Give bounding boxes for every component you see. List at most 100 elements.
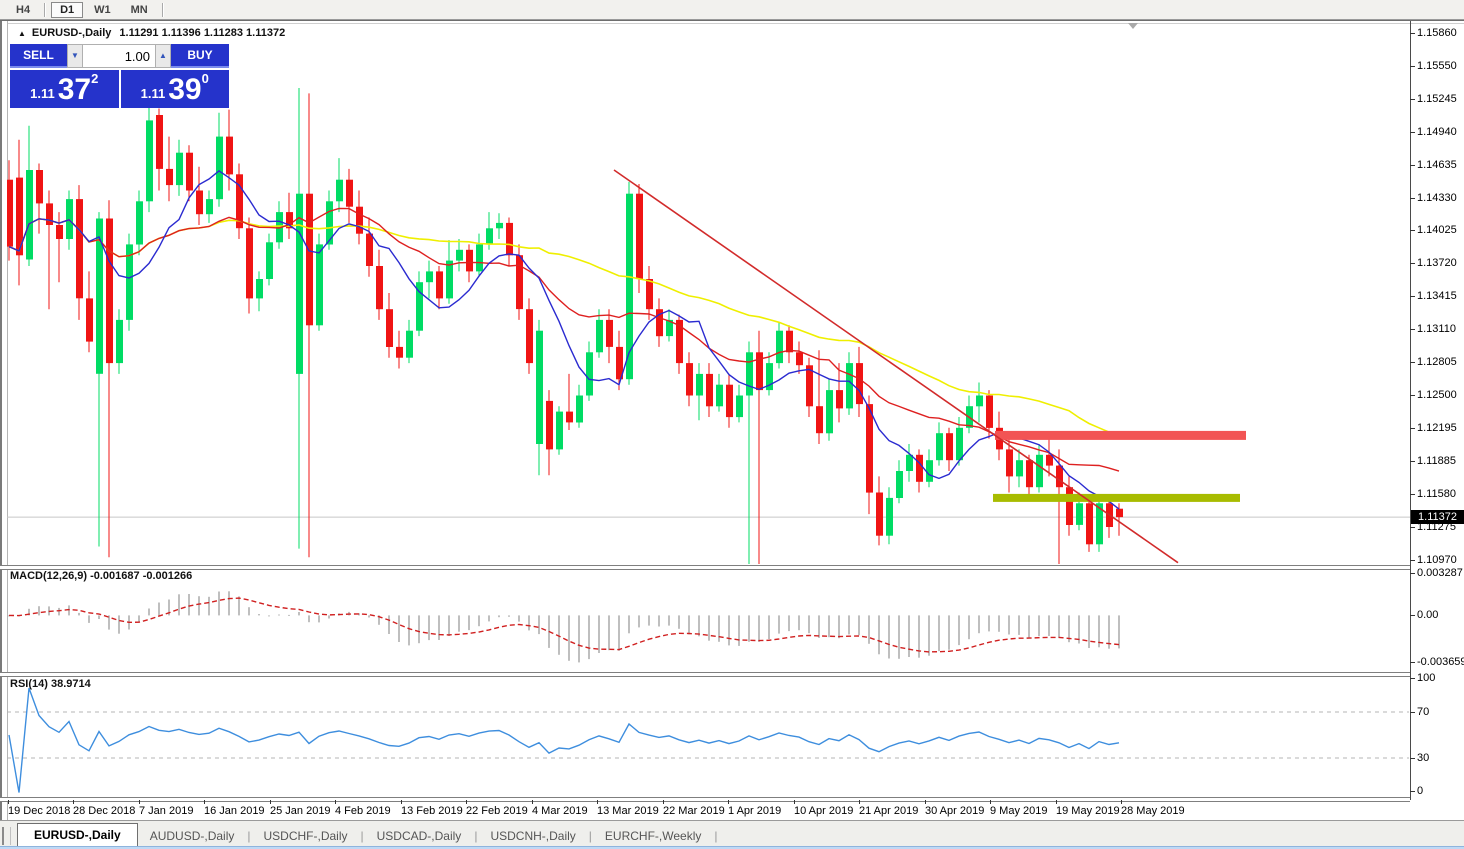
rsi-value: 38.9714 bbox=[51, 678, 91, 690]
date-label: 28 May 2019 bbox=[1121, 805, 1185, 817]
price-tick bbox=[1410, 66, 1415, 67]
bottom-tab-usdcad-daily[interactable]: USDCAD-,Daily bbox=[365, 826, 474, 847]
price-tick-label: 1.13110 bbox=[1417, 323, 1456, 335]
volume-increase-button[interactable]: ▲ bbox=[155, 44, 171, 68]
macd-tick-label: 0.003287 bbox=[1417, 567, 1463, 579]
rsi-tick bbox=[1410, 712, 1415, 713]
rsi-label: RSI(14) 38.9714 bbox=[10, 678, 91, 690]
sell-button[interactable]: SELL bbox=[10, 44, 67, 68]
main-macd-separator[interactable] bbox=[0, 565, 1410, 570]
macd-rsi-separator[interactable] bbox=[0, 672, 1410, 677]
price-tick bbox=[1410, 461, 1415, 462]
price-tick-label: 1.13415 bbox=[1417, 290, 1457, 302]
price-tick bbox=[1410, 395, 1415, 396]
date-label: 9 May 2019 bbox=[990, 805, 1047, 817]
macd-label: MACD(12,26,9) -0.001687 -0.001266 bbox=[10, 570, 192, 582]
price-tick-label: 1.11580 bbox=[1417, 488, 1456, 500]
price-tick-label: 1.12805 bbox=[1417, 356, 1457, 368]
rsi-tick-label: 30 bbox=[1417, 752, 1429, 764]
date-tick bbox=[8, 800, 9, 804]
date-label: 13 Mar 2019 bbox=[597, 805, 659, 817]
date-label: 22 Feb 2019 bbox=[466, 805, 528, 817]
sell-price-button[interactable]: 1.11 37 2 bbox=[10, 70, 119, 108]
price-tick-label: 1.15860 bbox=[1417, 27, 1457, 39]
bottom-tab-audusd-daily[interactable]: AUDUSD-,Daily bbox=[138, 826, 247, 847]
macd-tick-label: -0.003659 bbox=[1417, 656, 1464, 668]
volume-input[interactable] bbox=[83, 44, 155, 68]
macd-tick-label: 0.00 bbox=[1417, 609, 1438, 621]
price-tick bbox=[1410, 362, 1415, 363]
rsi-tick-label: 100 bbox=[1417, 672, 1435, 684]
sell-price-sup: 2 bbox=[91, 71, 98, 86]
buy-price-prefix: 1.11 bbox=[141, 86, 166, 105]
price-tick-label: 1.12195 bbox=[1417, 422, 1457, 434]
collapse-arrow-icon[interactable]: ▲ bbox=[18, 29, 26, 38]
price-tick bbox=[1410, 99, 1415, 100]
rsi-name: RSI(14) bbox=[10, 678, 48, 690]
date-tick bbox=[335, 800, 336, 804]
trade-price-row: 1.11 37 2 1.11 39 0 bbox=[10, 70, 229, 108]
buy-price-sup: 0 bbox=[202, 71, 209, 86]
date-tick bbox=[401, 800, 402, 804]
rsi-tick bbox=[1410, 791, 1415, 792]
trade-top-row: SELL ▼ ▲ BUY bbox=[10, 44, 229, 68]
volume-decrease-button[interactable]: ▼ bbox=[67, 44, 83, 68]
date-tick bbox=[466, 800, 467, 804]
price-tick-label: 1.14635 bbox=[1417, 159, 1457, 171]
chart-area[interactable] bbox=[0, 0, 1464, 849]
price-tick bbox=[1410, 329, 1415, 330]
date-label: 21 Apr 2019 bbox=[859, 805, 918, 817]
date-label: 10 Apr 2019 bbox=[794, 805, 853, 817]
price-tick-label: 1.14025 bbox=[1417, 224, 1457, 236]
macd-values: -0.001687 -0.001266 bbox=[90, 570, 192, 582]
price-tick bbox=[1410, 165, 1415, 166]
bottom-tab-eurusd-daily[interactable]: EURUSD-,Daily bbox=[17, 823, 138, 847]
buy-button[interactable]: BUY bbox=[171, 44, 229, 68]
mt4-window: H4D1W1MN ▲EURUSD-,Daily1.11291 1.11396 1… bbox=[0, 0, 1464, 849]
rsi-tick-label: 70 bbox=[1417, 706, 1429, 718]
buy-price-big: 39 bbox=[168, 75, 201, 105]
price-tick-label: 1.15245 bbox=[1417, 93, 1457, 105]
sell-price-prefix: 1.11 bbox=[30, 86, 55, 105]
symbol-period-label: EURUSD-,Daily bbox=[32, 27, 111, 39]
date-label: 7 Jan 2019 bbox=[139, 805, 193, 817]
sell-price-big: 37 bbox=[58, 75, 91, 105]
date-tick bbox=[1121, 800, 1122, 804]
date-tick bbox=[859, 800, 860, 804]
price-tick bbox=[1410, 428, 1415, 429]
price-tick bbox=[1410, 296, 1415, 297]
date-tick bbox=[663, 800, 664, 804]
tabbar-gutter bbox=[2, 827, 11, 845]
rsi-tick bbox=[1410, 678, 1415, 679]
date-label: 4 Mar 2019 bbox=[532, 805, 588, 817]
date-label: 19 Dec 2018 bbox=[8, 805, 70, 817]
date-tick bbox=[139, 800, 140, 804]
bottom-tab-eurchf-weekly[interactable]: EURCHF-,Weekly bbox=[593, 826, 713, 847]
rsi-bottom-separator[interactable] bbox=[0, 797, 1410, 802]
price-tick-label: 1.15550 bbox=[1417, 60, 1457, 72]
macd-tick bbox=[1410, 573, 1415, 574]
price-tick-label: 1.13720 bbox=[1417, 257, 1457, 269]
macd-tick bbox=[1410, 615, 1415, 616]
price-tick bbox=[1410, 132, 1415, 133]
one-click-trading-panel: SELL ▼ ▲ BUY 1.11 37 2 1.11 39 0 bbox=[10, 44, 229, 108]
macd-name: MACD(12,26,9) bbox=[10, 570, 87, 582]
buy-price-button[interactable]: 1.11 39 0 bbox=[121, 70, 230, 108]
tab-separator: | bbox=[713, 829, 718, 847]
date-label: 30 Apr 2019 bbox=[925, 805, 984, 817]
date-label: 28 Dec 2018 bbox=[73, 805, 135, 817]
bottom-tab-usdcnh-daily[interactable]: USDCNH-,Daily bbox=[478, 826, 587, 847]
macd-tick bbox=[1410, 662, 1415, 663]
price-tick-label: 1.12500 bbox=[1417, 389, 1457, 401]
date-tick bbox=[204, 800, 205, 804]
bottom-tab-usdchf-daily[interactable]: USDCHF-,Daily bbox=[252, 826, 360, 847]
date-label: 4 Feb 2019 bbox=[335, 805, 391, 817]
price-tick bbox=[1410, 527, 1415, 528]
date-tick bbox=[73, 800, 74, 804]
price-tick-label: 1.14330 bbox=[1417, 192, 1457, 204]
date-label: 16 Jan 2019 bbox=[204, 805, 265, 817]
current-price-badge: 1.11372 bbox=[1411, 510, 1464, 524]
date-tick bbox=[794, 800, 795, 804]
price-tick bbox=[1410, 263, 1415, 264]
date-tick bbox=[270, 800, 271, 804]
